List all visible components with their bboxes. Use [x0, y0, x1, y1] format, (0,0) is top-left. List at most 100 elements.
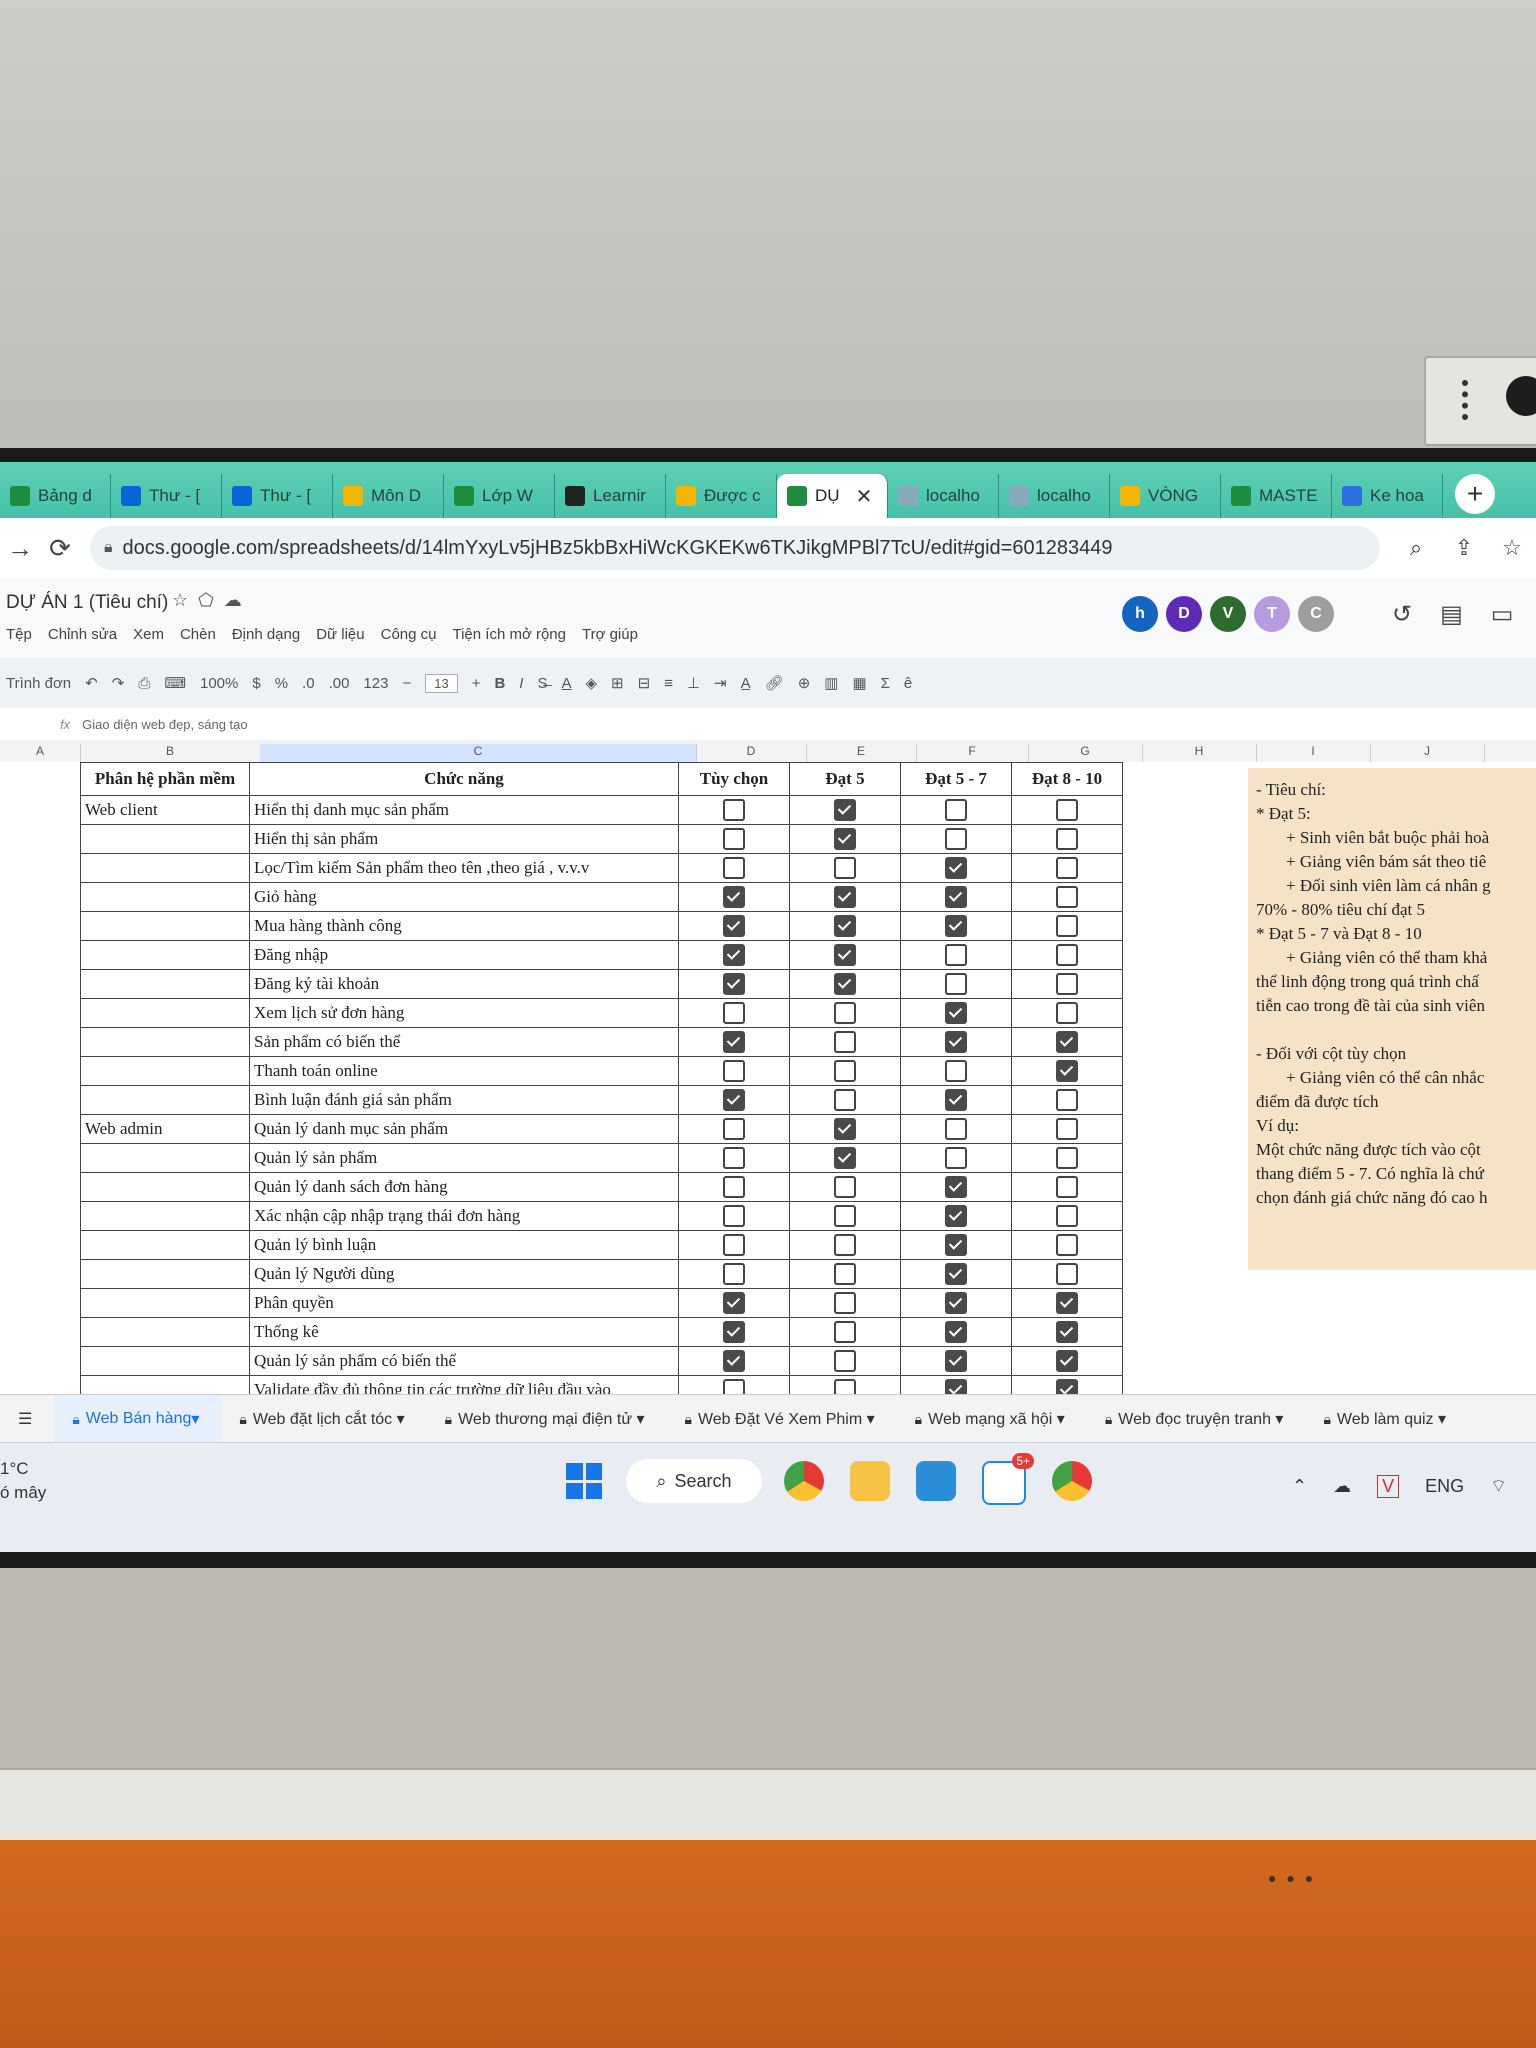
cell-dat-8-10[interactable] [1011, 1085, 1123, 1115]
checkbox-checked[interactable] [945, 1031, 967, 1054]
cell-dat-5-7[interactable] [900, 882, 1012, 912]
language-indicator[interactable]: ENG [1425, 1476, 1464, 1497]
cell-feature[interactable]: Quản lý sản phẩm có biến thể [249, 1346, 679, 1376]
cell-optional[interactable] [678, 998, 790, 1028]
cell-dat-5-7[interactable] [900, 1085, 1012, 1115]
checkbox-checked[interactable] [1056, 1350, 1078, 1373]
checkbox-unchecked[interactable] [1056, 1176, 1078, 1199]
cell-dat-5[interactable] [789, 1230, 901, 1260]
cell-optional[interactable] [678, 911, 790, 941]
cell-dat-8-10[interactable] [1011, 998, 1123, 1028]
checkbox-unchecked[interactable] [945, 973, 967, 996]
wrap-icon[interactable]: ⇥ [714, 674, 727, 692]
cell-optional[interactable] [678, 795, 790, 825]
browser-tab[interactable]: DỤ ✕ [777, 474, 888, 518]
checkbox-checked[interactable] [945, 915, 967, 938]
move-icon[interactable]: ⬠ [198, 590, 224, 610]
cell-dat-8-10[interactable] [1011, 1143, 1123, 1173]
sheet-tab[interactable]: 🔒︎ Web Đặt Vé Xem Phim ▾ [667, 1409, 897, 1429]
checkbox-checked[interactable] [945, 857, 967, 880]
cell-dat-5[interactable] [789, 998, 901, 1028]
vscode-icon[interactable] [916, 1461, 956, 1501]
cell-feature[interactable]: Đăng nhập [249, 940, 679, 970]
cell-module[interactable] [80, 882, 250, 912]
cell-dat-5-7[interactable] [900, 940, 1012, 970]
checkbox-unchecked[interactable] [834, 1234, 856, 1257]
checkbox-checked[interactable] [723, 1350, 745, 1373]
cell-feature[interactable]: Hiển thị sản phẩm [249, 824, 679, 854]
cell-dat-5[interactable] [789, 1172, 901, 1202]
borders-icon[interactable]: ⊞ [611, 674, 624, 692]
share-icon[interactable]: ⇪ [1440, 535, 1488, 561]
browser-tab[interactable]: Thư - [ [222, 474, 333, 518]
cell-dat-5[interactable] [789, 853, 901, 883]
align-icon[interactable]: ≡ [664, 675, 673, 692]
checkbox-unchecked[interactable] [1056, 799, 1078, 822]
checkbox-checked[interactable] [945, 1234, 967, 1257]
checkbox-checked[interactable] [834, 915, 856, 938]
cell-dat-5-7[interactable] [900, 795, 1012, 825]
browser-tab[interactable]: Thư - [ [111, 474, 222, 518]
taskbar-search-button[interactable]: ⌕ Search [626, 1459, 762, 1503]
chevron-down-icon[interactable]: ▾ [1434, 1411, 1446, 1428]
cell-optional[interactable] [678, 1230, 790, 1260]
cell-dat-5-7[interactable] [900, 1143, 1012, 1173]
checkbox-unchecked[interactable] [834, 1205, 856, 1228]
cell-dat-5-7[interactable] [900, 1259, 1012, 1289]
cell-dat-8-10[interactable] [1011, 1056, 1123, 1086]
checkbox-unchecked[interactable] [945, 1060, 967, 1083]
bookmark-star-icon[interactable]: ☆ [1488, 535, 1536, 561]
font-size-decrease-icon[interactable]: − [402, 675, 411, 692]
menu-item[interactable]: Dữ liệu [316, 626, 364, 643]
cell-optional[interactable] [678, 1114, 790, 1144]
sheet-tab[interactable]: 🔒︎ Web làm quiz ▾ [1305, 1409, 1468, 1429]
cell-feature[interactable]: Xác nhận cập nhập trạng thái đơn hàng [249, 1201, 679, 1231]
menu-item[interactable]: Chèn [180, 626, 216, 643]
cell-module[interactable] [80, 1259, 250, 1289]
cell-optional[interactable] [678, 1346, 790, 1376]
cell-dat-8-10[interactable] [1011, 940, 1123, 970]
checkbox-unchecked[interactable] [723, 1263, 745, 1286]
increase-decimal-button[interactable]: .00 [329, 675, 350, 692]
cell-feature[interactable]: Thống kê [249, 1317, 679, 1347]
cell-dat-5[interactable] [789, 882, 901, 912]
cell-feature[interactable]: Sản phẩm có biến thể [249, 1027, 679, 1057]
cell-optional[interactable] [678, 1027, 790, 1057]
checkbox-checked[interactable] [1056, 1292, 1078, 1315]
chevron-down-icon[interactable]: ▾ [862, 1411, 875, 1428]
avatar[interactable]: V [1210, 596, 1246, 632]
close-tab-icon[interactable]: ✕ [856, 484, 873, 509]
cell-dat-8-10[interactable] [1011, 1259, 1123, 1289]
vivaldi-icon[interactable]: V [1377, 1475, 1400, 1498]
menu-item[interactable]: Trợ giúp [582, 626, 638, 643]
cell-dat-5[interactable] [789, 1259, 901, 1289]
header-dat-8-10[interactable]: Đạt 8 - 10 [1011, 762, 1123, 796]
number-format-button[interactable]: 123 [363, 675, 388, 692]
checkbox-unchecked[interactable] [723, 1060, 745, 1083]
cell-feature[interactable]: Đăng ký tài khoản [249, 969, 679, 999]
checkbox-unchecked[interactable] [1056, 886, 1078, 909]
checkbox-unchecked[interactable] [834, 857, 856, 880]
checkbox-unchecked[interactable] [834, 1060, 856, 1083]
cell-module[interactable]: Web client [80, 795, 250, 825]
sheet-tab[interactable]: 🔒︎ Web đặt lịch cắt tóc ▾ [221, 1409, 426, 1429]
avatar[interactable]: C [1298, 596, 1334, 632]
strikethrough-icon[interactable]: S̶ [537, 675, 547, 692]
cell-dat-8-10[interactable] [1011, 882, 1123, 912]
cell-optional[interactable] [678, 1172, 790, 1202]
cell-optional[interactable] [678, 1085, 790, 1115]
cell-feature[interactable]: Bình luận đánh giá sản phẩm [249, 1085, 679, 1115]
cell-dat-5-7[interactable] [900, 1288, 1012, 1318]
cell-optional[interactable] [678, 969, 790, 999]
checkbox-unchecked[interactable] [1056, 1147, 1078, 1170]
checkbox-unchecked[interactable] [1056, 1234, 1078, 1257]
zoom-select[interactable]: 100% [200, 675, 238, 692]
cell-dat-5-7[interactable] [900, 1201, 1012, 1231]
checkbox-checked[interactable] [723, 1089, 745, 1112]
checkbox-unchecked[interactable] [1056, 973, 1078, 996]
link-icon[interactable]: 🔗︎ [765, 674, 784, 692]
cell-dat-5-7[interactable] [900, 911, 1012, 941]
checkbox-checked[interactable] [834, 944, 856, 967]
browser-tab[interactable]: localho [999, 474, 1110, 518]
cell-dat-5-7[interactable] [900, 1317, 1012, 1347]
